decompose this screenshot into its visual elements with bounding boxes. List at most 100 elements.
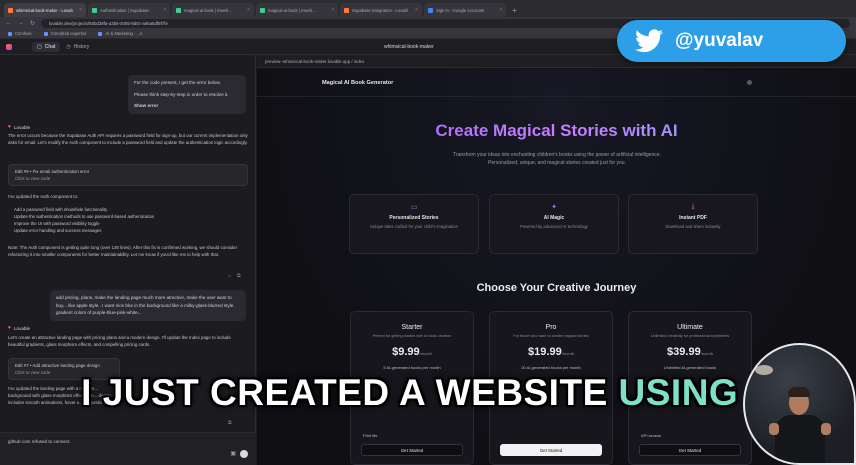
browser-tab[interactable]: whimsical-book-maker - Lovab ×: [4, 3, 86, 17]
menu-icon[interactable]: [747, 80, 752, 85]
heart-icon: ♥: [8, 124, 11, 130]
feature-desc: Unique tales crafted for your child's im…: [370, 224, 458, 229]
chat-input[interactable]: github.com refused to connect.: [8, 439, 71, 444]
edit-title: Edit #9 • Fix email authentication error: [15, 169, 90, 174]
close-icon[interactable]: ×: [247, 7, 250, 13]
plan-feature: Unlimited AI-generated books: [663, 365, 717, 370]
close-icon[interactable]: ×: [163, 7, 166, 13]
browser-tab-bar: whimsical-book-maker - Lovab × Authentica…: [0, 0, 856, 17]
plan-price: $39.99/month: [629, 346, 751, 358]
lovable-favicon-icon: [8, 7, 13, 13]
message-line: For the code present, I get the error be…: [134, 80, 221, 85]
back-arrow-icon[interactable]: ←: [6, 20, 12, 26]
supabase-favicon-icon: [92, 7, 97, 13]
webcam-overlay: [743, 343, 856, 465]
get-started-button[interactable]: Get Started: [639, 444, 741, 456]
reload-icon[interactable]: ↻: [30, 20, 35, 27]
message-actions: ⧉: [228, 420, 232, 426]
screen: whimsical-book-maker - Lovab × Authentica…: [0, 0, 856, 465]
browser-tab[interactable]: Sign in - Google Accounts ×: [424, 3, 506, 17]
feature-desc: Download and share instantly: [665, 224, 721, 229]
list-item: Update the authentication methods to use…: [14, 214, 155, 219]
get-started-button[interactable]: Get Started: [500, 444, 602, 456]
bookmark-item[interactable]: AI & Marketing - ...n: [98, 31, 142, 36]
sparkles-icon: ✦: [551, 204, 557, 211]
plan-price: $19.99/month: [490, 346, 612, 358]
twitter-handle-badge: @yuvalav: [617, 20, 846, 62]
feature-title: AI Magic: [543, 215, 565, 221]
presenter-body: [775, 415, 825, 463]
bookmark-label: AI & Marketing - ...n: [105, 31, 143, 36]
plan-feature: Print file: [363, 433, 378, 438]
price-value: $9.99: [392, 346, 420, 358]
price-value: $19.99: [528, 346, 562, 358]
presenter-hand: [821, 423, 831, 435]
plan-name: Starter: [401, 324, 423, 331]
assistant-message: Let's create an attractive landing page …: [8, 335, 231, 348]
browser-tab[interactable]: Supabase Integration - Lovabl ×: [340, 3, 422, 17]
feature-title: Instant PDF: [679, 215, 707, 221]
assistant-message: The error occurs because the Supabase Au…: [8, 133, 248, 146]
close-icon[interactable]: ×: [331, 7, 334, 13]
assistant-header: ♥ Lovable: [8, 325, 30, 331]
feature-card: ⤓ Instant PDF Download and share instant…: [628, 194, 758, 254]
twitter-handle: @yuvalav: [675, 30, 764, 51]
browser-tab[interactable]: magical-ai-book | mweh... ×: [172, 3, 254, 17]
download-icon: ⤓: [691, 203, 695, 210]
caption-highlight: USING: [618, 372, 739, 413]
project-name[interactable]: whimsical-book-maker: [384, 44, 434, 50]
new-tab-button[interactable]: +: [508, 6, 521, 17]
attach-icon[interactable]: ▣: [230, 450, 236, 457]
pricing-title: Choose Your Creative Journey: [476, 282, 637, 294]
plan-name: Pro: [545, 324, 557, 331]
close-icon[interactable]: ×: [415, 7, 418, 13]
message-line: Please think step-by-step in order to re…: [134, 91, 229, 97]
close-icon[interactable]: ×: [79, 7, 82, 13]
lovable-logo-icon[interactable]: [6, 43, 12, 50]
send-button[interactable]: [240, 450, 248, 458]
feature-desc: Powered by advanced AI technology: [520, 224, 588, 229]
caption-text: I JUST CREATED A WEBSITE: [81, 372, 619, 413]
bookmark-item[interactable]: Comfuse: [8, 31, 32, 36]
copy-icon[interactable]: ⧉: [237, 273, 241, 279]
plan-feature: 5 AI-generated books per month: [383, 365, 441, 370]
browser-tab[interactable]: Authentication | Supabase ×: [88, 3, 170, 17]
assistant-header: ♥ Lovable: [8, 124, 30, 130]
user-message: For the code present, I get the error be…: [128, 75, 246, 114]
bookmark-icon: [43, 31, 48, 36]
bookmark-label: Comofrab expertos: [50, 31, 87, 36]
get-started-button[interactable]: Get Started: [361, 444, 463, 456]
bullet-list: Add a password field with show/hide func…: [14, 206, 244, 234]
thumbs-icon[interactable]: ⌂: [228, 273, 231, 279]
site-brand[interactable]: Magical AI Book Generator: [322, 80, 393, 86]
list-item: Update error handling and success messag…: [14, 228, 102, 233]
list-item: Improve the UI with password visibility …: [14, 221, 100, 226]
tab-label: magical-ai-book | mweh...: [268, 7, 316, 13]
bookmark-icon: [98, 31, 103, 36]
show-error-button[interactable]: Show error: [134, 102, 240, 110]
tab-chat[interactable]: ▢ Chat: [32, 41, 61, 52]
plan-desc: For those who want to create magical sto…: [513, 334, 589, 338]
copy-icon[interactable]: ⧉: [228, 420, 232, 426]
edit-title: Edit #7 • Add attractive landing page de…: [15, 363, 100, 368]
chat-input-bar[interactable]: github.com refused to connect. ▣: [0, 432, 256, 465]
hero-subtitle: Transform your ideas into enchanting chi…: [453, 152, 661, 166]
video-caption: I JUST CREATED A WEBSITE USING A: [0, 372, 856, 414]
price-period: /month: [561, 351, 574, 356]
user-message: add pricing, plans, make the landing pag…: [50, 290, 246, 321]
tab-history[interactable]: ◷ History: [66, 44, 89, 50]
plan-desc: Perfect for getting started with AI book…: [372, 334, 452, 338]
tab-chat-label: Chat: [44, 43, 56, 50]
plan-desc: Unlimited creativity for professional st…: [650, 334, 730, 338]
feature-title: Personalized Stories: [389, 215, 439, 221]
close-icon[interactable]: ×: [499, 7, 502, 13]
browser-tab[interactable]: magical-ai-book | mweh... ×: [256, 3, 338, 17]
feature-card: ✦ AI Magic Powered by advanced AI techno…: [489, 194, 619, 254]
forward-arrow-icon[interactable]: →: [18, 20, 24, 26]
plan-feature: API access: [641, 433, 662, 438]
presenter-hair: [788, 387, 810, 397]
plan-feature: 20 AI-generated books per month: [521, 365, 581, 370]
edit-card[interactable]: Edit #9 • Fix email authentication error…: [8, 164, 248, 186]
hero-title: Create Magical Stories with AI: [257, 121, 856, 141]
bookmark-item[interactable]: Comofrab expertos: [43, 31, 87, 36]
